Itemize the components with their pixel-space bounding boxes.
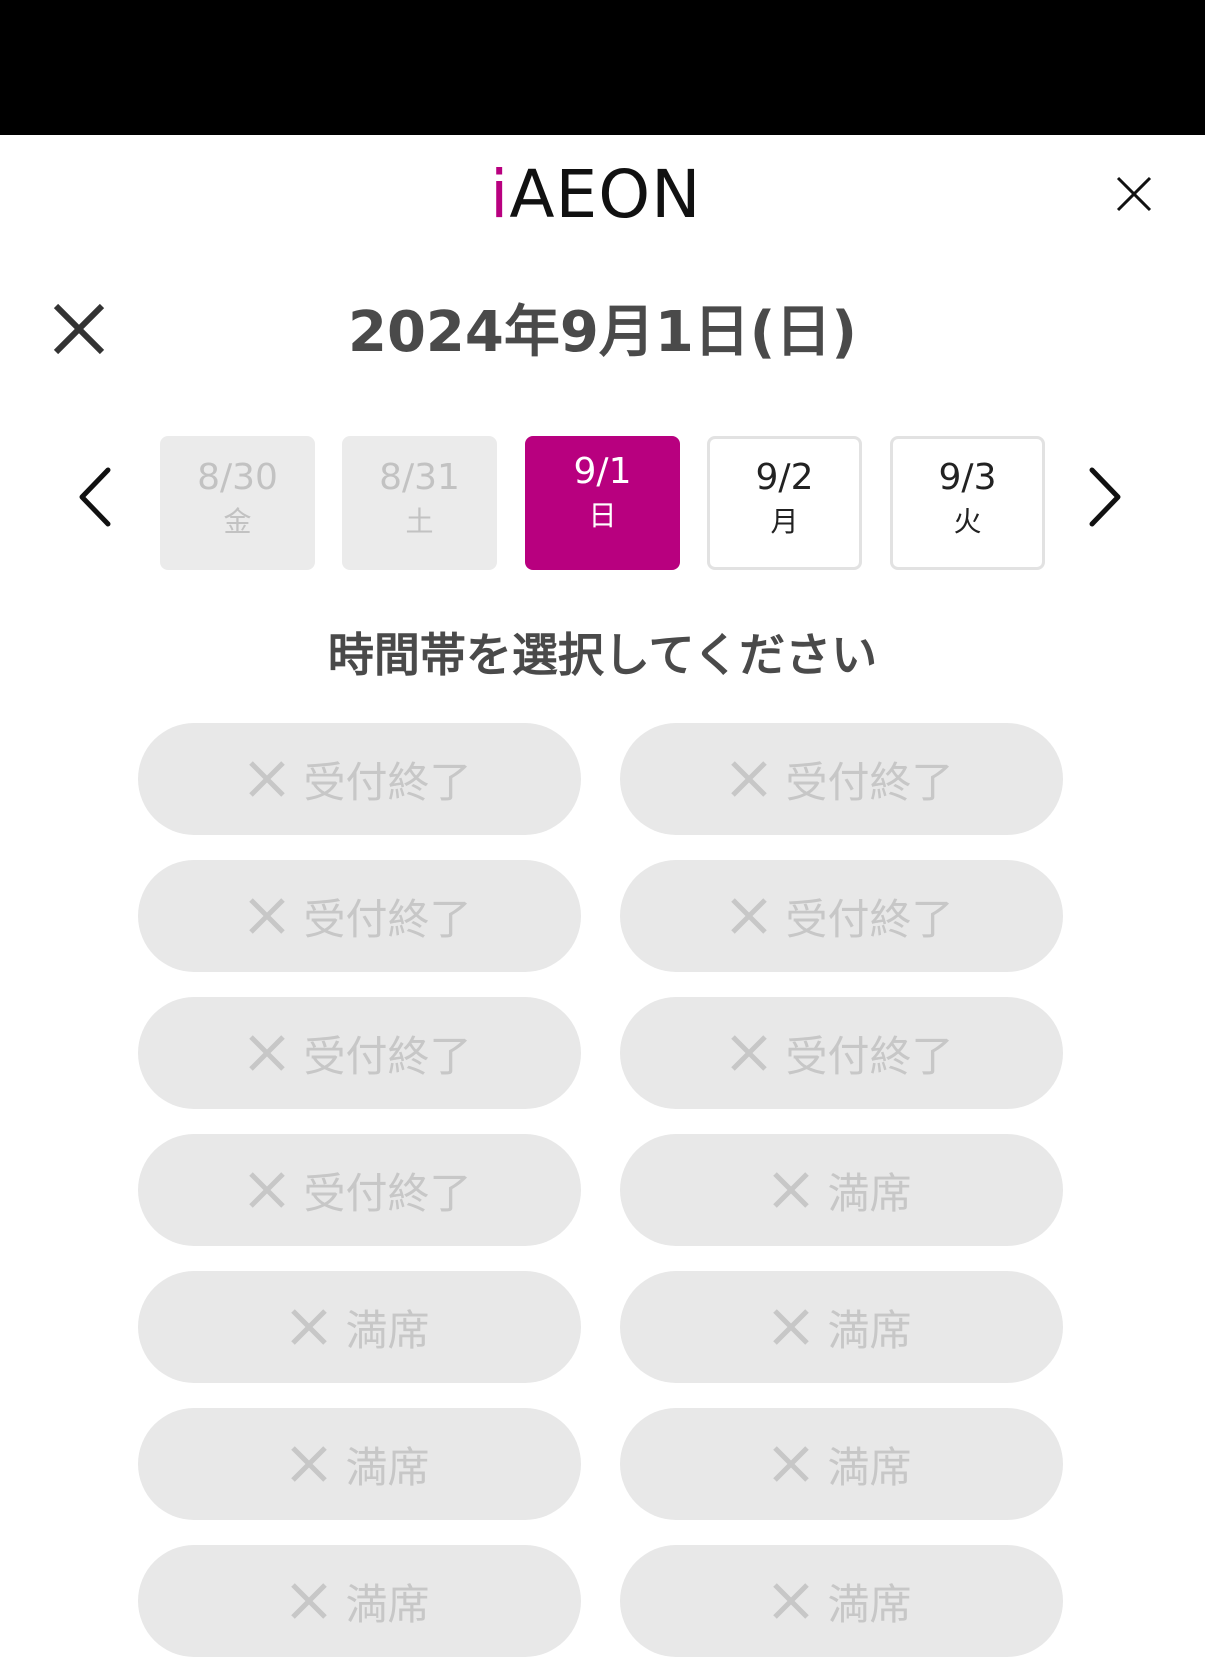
x-icon: [249, 898, 286, 934]
time-slot-button: 受付終了: [138, 997, 581, 1109]
time-slot-button: 受付終了: [138, 723, 581, 835]
close-icon: [53, 303, 105, 355]
time-slot-button: 受付終了: [620, 997, 1063, 1109]
day-date: 9/3: [938, 457, 997, 498]
time-slot-status: 受付終了: [785, 894, 954, 944]
day-weekday: 月: [770, 505, 799, 538]
time-slot-status: 満席: [345, 1579, 430, 1629]
time-slot-status: 受付終了: [303, 757, 472, 807]
x-icon: [249, 761, 286, 797]
x-icon: [773, 1446, 810, 1482]
day-weekday: 日: [588, 499, 617, 532]
time-slot-button: 受付終了: [138, 860, 581, 972]
time-slot-button: 満席: [138, 1271, 581, 1383]
time-slot-status: 満席: [827, 1168, 912, 1218]
time-slot-status: 受付終了: [303, 894, 472, 944]
day-date: 8/31: [379, 457, 460, 498]
chevron-left-icon: [79, 467, 111, 527]
x-icon: [249, 1035, 286, 1071]
status-bar: [0, 0, 1205, 135]
x-icon: [731, 898, 768, 934]
day-date: 8/30: [197, 457, 278, 498]
time-slot-status: 受付終了: [303, 1031, 472, 1081]
time-slot-button: 満席: [138, 1408, 581, 1520]
day-weekday: 火: [953, 505, 982, 538]
time-slot-status: 満席: [345, 1442, 430, 1492]
x-icon: [731, 761, 768, 797]
day-9-1[interactable]: 9/1 日: [525, 436, 680, 570]
time-slot-button: 満席: [620, 1134, 1063, 1246]
day-date: 9/2: [755, 457, 814, 498]
time-slot-status: 受付終了: [785, 1031, 954, 1081]
logo-text: AEON: [509, 156, 702, 233]
time-slot-button: 満席: [620, 1408, 1063, 1520]
selected-date-title: 2024年9月1日(日): [348, 300, 857, 365]
day-weekday: 金: [223, 505, 252, 538]
time-slot-button: 満席: [620, 1545, 1063, 1657]
close-icon[interactable]: [1112, 172, 1156, 216]
x-icon: [773, 1172, 810, 1208]
x-icon: [249, 1172, 286, 1208]
day-weekday: 土: [405, 505, 434, 538]
day-9-3[interactable]: 9/3 火: [890, 436, 1045, 570]
chevron-right-icon: [1089, 467, 1121, 527]
time-slot-button: 満席: [138, 1545, 581, 1657]
x-icon: [773, 1583, 810, 1619]
time-slot-button: 受付終了: [138, 1134, 581, 1246]
day-8-30: 8/30 金: [160, 436, 315, 570]
day-9-2[interactable]: 9/2 月: [707, 436, 862, 570]
logo-prefix: i: [490, 156, 510, 233]
x-icon: [291, 1446, 328, 1482]
time-slot-button: 受付終了: [620, 723, 1063, 835]
time-slot-status: 満席: [827, 1305, 912, 1355]
day-date: 9/1: [573, 451, 632, 492]
iaeon-logo: iAEON: [490, 160, 702, 230]
time-slot-button: 受付終了: [620, 860, 1063, 972]
next-dates-button[interactable]: [1078, 462, 1128, 532]
modal-close-button[interactable]: [48, 298, 110, 360]
x-icon: [773, 1309, 810, 1345]
day-8-31: 8/31 土: [342, 436, 497, 570]
x-icon: [291, 1309, 328, 1345]
x-icon: [291, 1583, 328, 1619]
time-slot-instruction: 時間帯を選択してください: [327, 628, 878, 682]
time-slot-status: 受付終了: [303, 1168, 472, 1218]
time-slot-status: 受付終了: [785, 757, 954, 807]
time-slot-status: 満席: [827, 1442, 912, 1492]
x-icon: [731, 1035, 768, 1071]
time-slot-status: 満席: [345, 1305, 430, 1355]
time-slot-status: 満席: [827, 1579, 912, 1629]
time-slot-button: 満席: [620, 1271, 1063, 1383]
prev-dates-button[interactable]: [72, 462, 122, 532]
